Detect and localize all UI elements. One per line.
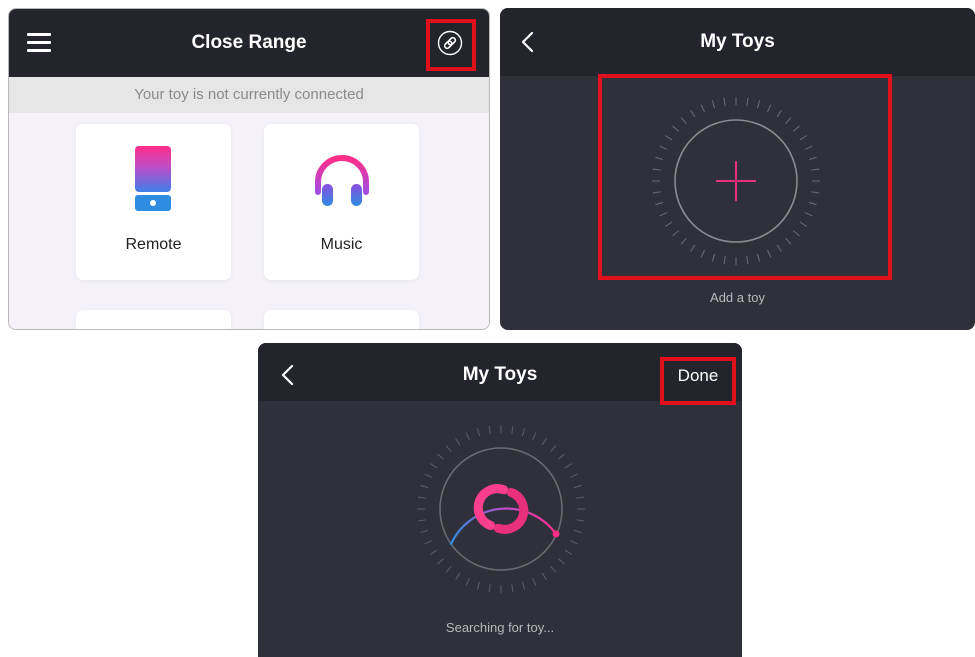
remote-card[interactable]: Remote (76, 124, 231, 280)
menu-icon[interactable] (27, 33, 51, 53)
dial-tick (564, 549, 572, 555)
dial-tick (420, 529, 429, 534)
dial-tick (564, 463, 572, 469)
dial-tick (488, 584, 491, 593)
feature-card-partial[interactable] (76, 310, 231, 329)
dial-tick (465, 577, 470, 586)
dial-tick (532, 432, 537, 441)
dial-tick (521, 428, 526, 437)
music-label: Music (320, 236, 363, 253)
dial-tick (550, 566, 557, 573)
feature-card-partial[interactable] (264, 310, 419, 329)
search-progress-dot (552, 530, 560, 538)
dial-tick (417, 496, 426, 499)
dial-tick (576, 519, 585, 522)
dial-tick (569, 473, 578, 478)
dial-tick (430, 463, 438, 469)
dial-tick (576, 496, 585, 499)
add-toy-highlight (598, 74, 892, 280)
dial-tick (511, 584, 514, 593)
dial-tick (424, 540, 433, 545)
dial-tick (476, 581, 481, 590)
dial-tick (455, 572, 461, 580)
connection-status-banner: Your toy is not currently connected (9, 77, 489, 113)
dial-tick (532, 577, 537, 586)
my-toys-add-panel: My Toys Add a toy (500, 8, 975, 330)
back-button[interactable] (278, 363, 298, 387)
search-caption: Searching for toy... (445, 620, 555, 635)
chevron-left-icon (521, 31, 534, 53)
my-toys-header: My Toys (500, 8, 975, 76)
dial-tick (550, 445, 557, 452)
dial-tick (420, 484, 429, 489)
dial-tick (573, 484, 582, 489)
dial-tick (445, 445, 452, 452)
dial-tick (541, 438, 547, 446)
dial-tick (430, 549, 438, 555)
dial-tick (455, 438, 461, 446)
chevron-left-icon (281, 364, 294, 386)
dial-tick (558, 453, 565, 460)
music-card[interactable]: Music (264, 124, 419, 280)
page-title: My Toys (700, 31, 775, 52)
dial-tick (521, 581, 526, 590)
dial-tick (437, 558, 444, 565)
dial-tick (488, 425, 491, 434)
feature-grid: Remote Music (9, 113, 489, 329)
dial-tick (558, 558, 565, 565)
remote-label: Remote (125, 236, 182, 253)
dial-tick (465, 432, 470, 441)
dial-tick (476, 428, 481, 437)
back-button[interactable] (518, 30, 538, 54)
headphones-icon (315, 155, 369, 206)
dial-tick (511, 425, 514, 434)
dial-tick (437, 453, 444, 460)
my-toys-search-panel: My Toys Done Searching for toy... (258, 343, 742, 657)
close-range-header: Close Range (9, 9, 489, 77)
page-title: Close Range (191, 32, 307, 53)
dial-tick (573, 529, 582, 534)
dial-tick (417, 519, 426, 522)
done-button-highlight (660, 357, 736, 405)
dial-tick (424, 473, 433, 478)
link-button-highlight (426, 19, 476, 71)
dial-tick (445, 566, 452, 573)
dial-tick (569, 540, 578, 545)
add-toy-caption: Add a toy (710, 290, 765, 305)
remote-icon (135, 146, 171, 211)
dial-tick (541, 572, 547, 580)
search-dial (417, 425, 585, 593)
close-range-panel: Close Range Your toy is not currently co… (8, 8, 490, 330)
